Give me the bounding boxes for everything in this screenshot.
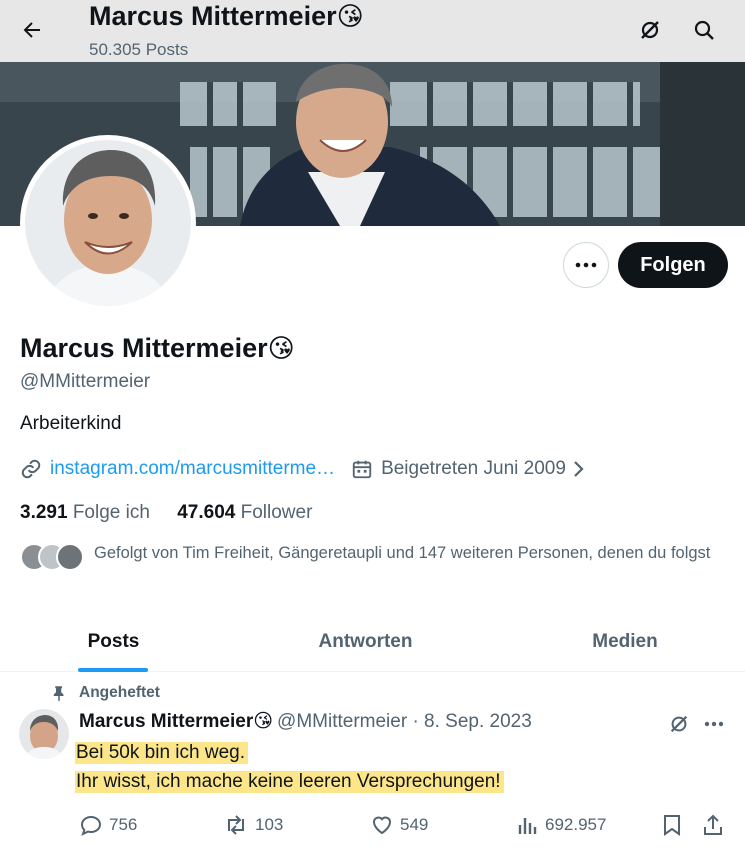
grok-icon: [641, 21, 659, 39]
post-handle-date[interactable]: @MMittermeier · 8. Sep. 2023: [277, 711, 532, 733]
profile-handle: @MMittermeier: [20, 371, 151, 392]
profile-avatar[interactable]: [20, 135, 196, 311]
post-actions: 756 103 549 692.957: [0, 810, 745, 840]
post-more-button[interactable]: [699, 709, 729, 739]
views-icon: [518, 818, 537, 834]
reply-icon: [80, 815, 102, 836]
followed-by-text: Gefolgt von Tim Freiheit, Gängeretaupli …: [94, 544, 711, 562]
repost-button[interactable]: 103: [223, 810, 283, 840]
mutual-avatars: [20, 542, 86, 572]
like-icon: [372, 816, 392, 835]
share-icon: [704, 814, 722, 835]
avatar: [56, 543, 84, 571]
post-avatar[interactable]: [19, 709, 69, 759]
tab-replies[interactable]: Antworten: [253, 612, 478, 672]
more-options-button[interactable]: [563, 242, 609, 288]
profile-link[interactable]: instagram.com/marcusmitterme…: [50, 458, 335, 480]
profile-meta: instagram.com/marcusmitterme… Beigetrete…: [20, 456, 588, 482]
profile-tabs: Posts Antworten Medien: [0, 612, 745, 672]
more-icon: [704, 721, 724, 727]
bookmark-button[interactable]: [661, 810, 689, 840]
link-icon: [21, 459, 41, 479]
followed-by[interactable]: Gefolgt von Tim Freiheit, Gängeretaupli …: [20, 542, 740, 572]
avatar-image: [25, 140, 191, 306]
tab-media[interactable]: Medien: [510, 612, 740, 672]
grok-icon: [670, 715, 688, 733]
bookmark-icon: [664, 815, 680, 836]
reply-button[interactable]: 756: [79, 810, 137, 840]
search-icon: [694, 20, 714, 40]
share-button[interactable]: [702, 810, 730, 840]
post-header: Marcus Mittermeier 😘 @MMittermeier · 8. S…: [79, 710, 532, 733]
joined-date[interactable]: Beigetreten Juni 2009: [381, 458, 566, 480]
post-line-2: Ihr wisst, ich mache keine leeren Verspr…: [75, 771, 504, 793]
pinned-label: Angeheftet: [50, 684, 160, 702]
post-author[interactable]: Marcus Mittermeier: [79, 711, 253, 733]
follow-button[interactable]: Folgen: [618, 242, 728, 288]
follow-stats: 3.291 Folge ich 47.604 Follower: [20, 502, 312, 524]
followers-link[interactable]: 47.604 Follower: [177, 502, 312, 523]
post-grok-button[interactable]: [664, 709, 694, 739]
back-button[interactable]: [14, 12, 50, 48]
avatar-image: [19, 709, 69, 759]
calendar-icon: [352, 460, 372, 479]
active-tab-indicator: [78, 668, 148, 672]
grok-button[interactable]: [632, 12, 668, 48]
top-bar: Marcus Mittermeier😘 50.305 Posts: [0, 0, 745, 62]
back-arrow-icon: [23, 22, 40, 38]
like-button[interactable]: 549: [370, 810, 428, 840]
search-button[interactable]: [686, 12, 722, 48]
header-post-count: 50.305 Posts: [89, 40, 189, 59]
post-text: Bei 50k bin ich weg. Ihr wisst, ich mach…: [75, 738, 504, 796]
header-title: Marcus Mittermeier😘: [89, 1, 364, 31]
repost-icon: [228, 815, 244, 835]
more-icon: [575, 262, 597, 268]
post-line-1: Bei 50k bin ich weg.: [75, 742, 248, 764]
profile-name: Marcus Mittermeier 😘: [20, 333, 295, 363]
tab-posts[interactable]: Posts: [0, 612, 227, 672]
views-button[interactable]: 692.957: [517, 810, 606, 840]
following-link[interactable]: 3.291 Folge ich: [20, 502, 150, 523]
chevron-right-icon: [574, 461, 584, 477]
pin-icon: [53, 686, 64, 702]
profile-bio: Arbeiterkind: [20, 413, 122, 434]
